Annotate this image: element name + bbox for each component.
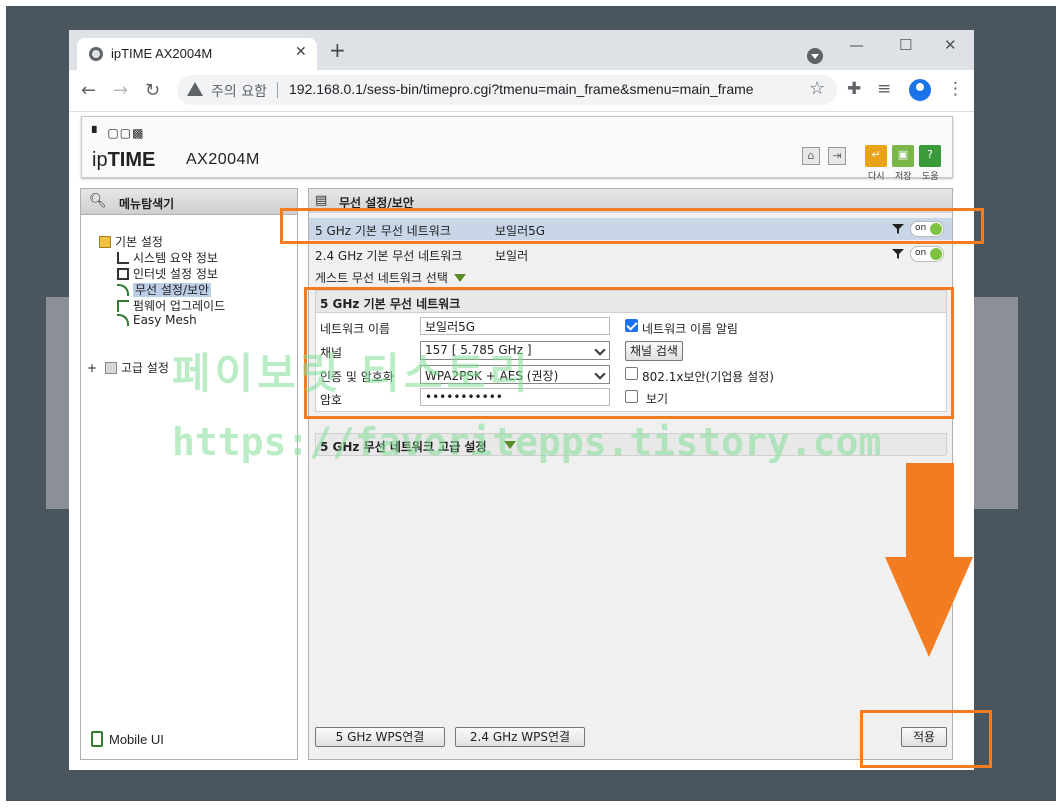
- router-header: ▘ ▢▢▩ ipTIME AX2004M ⌂ ⇥ ↵ 다시 ▣ 저장 ? 도움: [81, 116, 953, 182]
- network-row-24ghz[interactable]: 2.4 GHz 기본 무선 네트워크 보일러 on: [309, 243, 952, 265]
- profile-avatar-icon[interactable]: [909, 79, 931, 101]
- expand-plus-icon[interactable]: +: [87, 361, 97, 375]
- more-menu-icon[interactable]: ⋮: [947, 79, 964, 99]
- menu-explorer-panel: 🔍︎ 메뉴탐색기 기본 설정 시스템 요약 정보 인터넷 설정 정보 무선 설정…: [80, 188, 298, 760]
- browser-tab[interactable]: ipTIME AX2004M ✕: [77, 38, 317, 70]
- mobile-ui-label: Mobile UI: [109, 732, 164, 747]
- menu-explorer-header: 🔍︎ 메뉴탐색기: [81, 189, 297, 215]
- tab-search-icon[interactable]: [807, 48, 823, 64]
- phone-icon: [91, 731, 103, 747]
- tree-advanced-label: 고급 설정: [120, 361, 169, 375]
- globe-icon: [89, 47, 103, 61]
- logo-ip: ip: [92, 149, 108, 171]
- menu-explorer-title: 메뉴탐색기: [119, 197, 175, 211]
- bookmark-star-icon[interactable]: ☆: [809, 78, 825, 99]
- warning-icon: [187, 82, 203, 96]
- tree-basic-label: 기본 설정: [115, 235, 163, 249]
- wifi-icon: [117, 284, 129, 296]
- help-label: 도움: [922, 172, 939, 182]
- filter-icon[interactable]: [892, 248, 904, 260]
- tree-basic-settings[interactable]: 기본 설정: [99, 233, 163, 250]
- save-button[interactable]: ▣: [892, 145, 914, 167]
- refresh-button[interactable]: ↵: [865, 145, 887, 167]
- toggle-24ghz[interactable]: on: [910, 246, 944, 262]
- logout-icon[interactable]: ⇥: [828, 147, 846, 165]
- sidebar-item-wireless-security[interactable]: 무선 설정/보안: [117, 281, 212, 298]
- folder-icon: [104, 362, 117, 374]
- monitor-icon: [117, 268, 129, 280]
- network-ssid: 보일러: [495, 249, 529, 263]
- tab-bar: ipTIME AX2004M ✕ + — ☐ ✕: [69, 30, 974, 70]
- help-button[interactable]: ?: [919, 145, 941, 167]
- sidebar-item-label: 시스템 요약 정보: [133, 251, 218, 265]
- sidebar-item-firmware-upgrade[interactable]: 펌웨어 업그레이드: [117, 297, 225, 314]
- home-icon[interactable]: ⌂: [802, 147, 820, 165]
- network-name: 2.4 GHz 기본 무선 네트워크: [315, 249, 463, 263]
- reading-list-icon[interactable]: ≡: [877, 79, 891, 99]
- sidebar-item-label: Easy Mesh: [133, 313, 197, 327]
- save-label: 저장: [895, 172, 912, 182]
- extensions-puzzle-icon[interactable]: ✚: [847, 79, 861, 99]
- security-warning[interactable]: 주의 요함: [211, 81, 267, 101]
- guest-network-selector[interactable]: 게스트 무선 네트워크 선택: [315, 269, 466, 286]
- triangle-down-icon: [453, 274, 466, 282]
- back-arrow-icon[interactable]: ←: [81, 80, 96, 101]
- toggle-label: on: [915, 248, 927, 258]
- upgrade-arrow-icon: [117, 300, 129, 312]
- arrow-down-icon: [885, 557, 973, 657]
- triangle-down-icon: [504, 441, 516, 449]
- refresh-label: 다시: [868, 172, 885, 182]
- maximize-button[interactable]: ☐: [899, 36, 912, 54]
- reload-icon[interactable]: ↻: [145, 80, 160, 101]
- new-tab-button[interactable]: +: [329, 40, 346, 60]
- section-header: 5 GHz 무선 네트워크 고급 설정: [316, 434, 946, 456]
- advanced-section-title: 5 GHz 무선 네트워크 고급 설정: [320, 440, 487, 454]
- mesh-wifi-icon: [117, 314, 129, 326]
- folder-open-icon: [99, 236, 111, 248]
- tab-close-icon[interactable]: ✕: [295, 44, 307, 60]
- guest-network-label: 게스트 무선 네트워크 선택: [315, 271, 448, 285]
- omnibox-separator: [277, 82, 278, 98]
- highlight-settings-section: [304, 287, 954, 419]
- sidebar-item-internet-settings[interactable]: 인터넷 설정 정보: [117, 265, 218, 282]
- wps-24ghz-button[interactable]: 2.4 GHz WPS연결: [455, 727, 585, 747]
- close-window-button[interactable]: ✕: [944, 36, 957, 54]
- mobile-ui-link[interactable]: Mobile UI: [91, 731, 164, 747]
- toggle-knob: [930, 248, 942, 260]
- omnibox[interactable]: 주의 요함 192.168.0.1/sess-bin/timepro.cgi?t…: [177, 75, 837, 105]
- iptime-logo: ipTIME: [92, 149, 155, 172]
- sidebar-item-label: 무선 설정/보안: [133, 283, 212, 297]
- address-bar: ← → ↻ 주의 요함 192.168.0.1/sess-bin/timepro…: [69, 70, 974, 112]
- advanced-settings-section[interactable]: 5 GHz 무선 네트워크 고급 설정: [315, 433, 947, 456]
- wps-5ghz-button[interactable]: 5 GHz WPS연결: [315, 727, 445, 747]
- logo-time: TIME: [107, 149, 156, 171]
- model-name: AX2004M: [186, 151, 260, 168]
- sidebar-item-label: 펌웨어 업그레이드: [133, 299, 226, 313]
- highlight-apply-button: [860, 710, 992, 768]
- sidebar-item-easy-mesh[interactable]: Easy Mesh: [117, 313, 197, 327]
- tree-advanced-settings[interactable]: + 고급 설정: [87, 359, 169, 376]
- chart-icon: [117, 252, 129, 264]
- page-icon: ▤: [315, 193, 328, 208]
- forward-arrow-icon[interactable]: →: [113, 80, 128, 101]
- highlight-5ghz-row: [280, 208, 984, 244]
- wireless-settings-panel: ▤ 무선 설정/보안 5 GHz 기본 무선 네트워크 보일러5G on 2.4…: [308, 188, 953, 760]
- tab-title: ipTIME AX2004M: [111, 46, 213, 61]
- sidebar-item-system-summary[interactable]: 시스템 요약 정보: [117, 249, 218, 266]
- url-text[interactable]: 192.168.0.1/sess-bin/timepro.cgi?tmenu=m…: [289, 81, 754, 97]
- minimize-button[interactable]: —: [849, 36, 864, 54]
- magnifier-icon: 🔍︎: [89, 193, 107, 209]
- sidebar-item-label: 인터넷 설정 정보: [133, 267, 218, 281]
- logo-mark: ▘ ▢▢▩: [92, 126, 145, 140]
